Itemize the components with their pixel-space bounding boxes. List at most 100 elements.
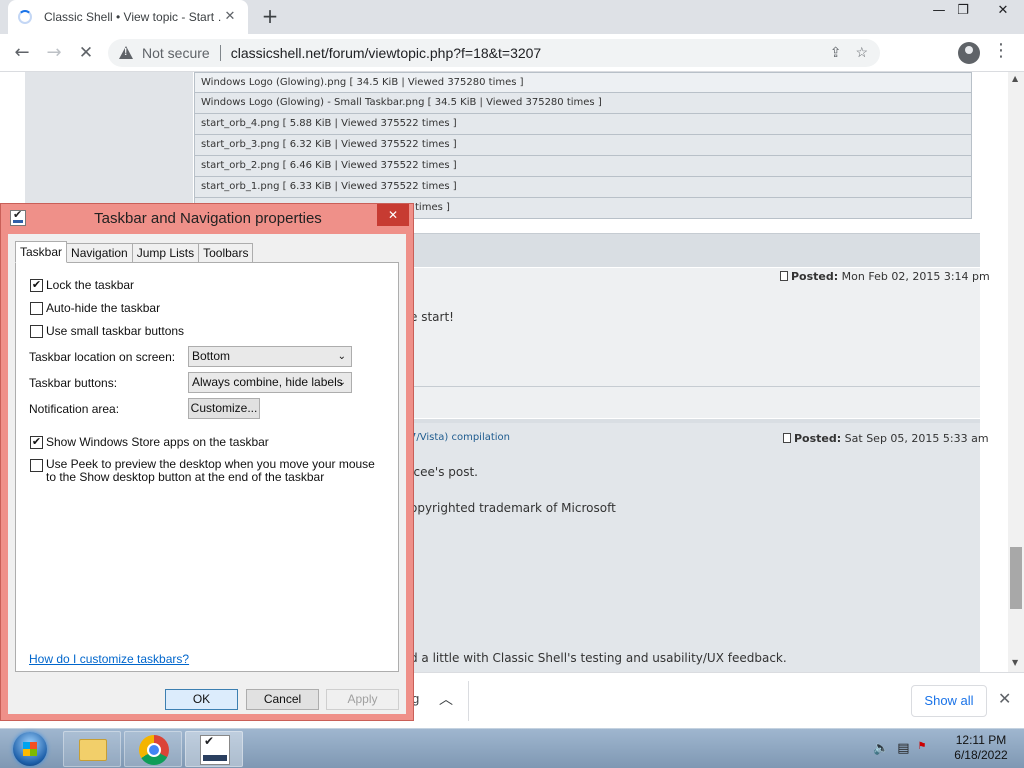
posted-label: Posted: bbox=[794, 432, 842, 445]
system-clock[interactable]: 12:11 PM 6/18/2022 bbox=[946, 733, 1016, 763]
lock-taskbar-option[interactable]: ✔ Lock the taskbar bbox=[30, 278, 134, 292]
start-button[interactable] bbox=[8, 731, 52, 767]
post-title-link[interactable]: 7/Vista) compilation bbox=[410, 432, 510, 443]
windows-taskbar: 🔈 ▤ ⚑ 12:11 PM 6/18/2022 bbox=[0, 728, 1024, 768]
tab-close-icon[interactable]: ✕ bbox=[222, 9, 238, 25]
notification-area-label: Notification area: bbox=[29, 402, 120, 416]
lock-taskbar-checkbox[interactable]: ✔ bbox=[30, 279, 43, 292]
scroll-up-icon[interactable]: ▲ bbox=[1012, 74, 1018, 83]
cancel-button[interactable]: Cancel bbox=[246, 689, 319, 710]
post-text: d a little with Classic Shell's testing … bbox=[410, 651, 787, 665]
taskbar-location-value: Bottom bbox=[192, 349, 231, 363]
dialog-close-button[interactable]: ✕ bbox=[377, 204, 409, 226]
small-buttons-label: Use small taskbar buttons bbox=[46, 324, 185, 338]
small-buttons-option[interactable]: Use small taskbar buttons bbox=[30, 324, 184, 338]
tab-toolbars[interactable]: Toolbars bbox=[198, 243, 254, 263]
ok-button[interactable]: OK bbox=[165, 689, 238, 710]
store-apps-label: Show Windows Store apps on the taskbar bbox=[46, 435, 269, 449]
post-doc-icon[interactable] bbox=[783, 433, 791, 443]
post-doc-icon[interactable] bbox=[780, 271, 788, 281]
scroll-down-icon[interactable]: ▼ bbox=[1012, 658, 1018, 667]
attachment-item[interactable]: start_orb_2.png [ 6.46 KiB | Viewed 3755… bbox=[194, 156, 972, 177]
new-tab-button[interactable]: + bbox=[258, 6, 282, 28]
back-button[interactable]: ← bbox=[9, 40, 35, 66]
attachments-list: Windows Logo (Glowing).png [ 34.5 KiB | … bbox=[194, 72, 972, 219]
customize-button[interactable]: Customize... bbox=[188, 398, 260, 419]
autohide-taskbar-checkbox[interactable] bbox=[30, 302, 43, 315]
attachment-item[interactable]: start_orb_4.png [ 5.88 KiB | Viewed 3755… bbox=[194, 114, 972, 135]
attachment-item[interactable]: Windows Logo (Glowing) - Small Taskbar.p… bbox=[194, 93, 972, 114]
system-tray: 🔈 ▤ ⚑ bbox=[873, 741, 926, 756]
attachment-item[interactable]: Windows Logo (Glowing).png [ 34.5 KiB | … bbox=[194, 72, 972, 93]
folder-icon bbox=[79, 739, 107, 761]
posted-date: Sat Sep 05, 2015 5:33 am bbox=[844, 432, 989, 445]
post-header: Posted: Mon Feb 02, 2015 3:14 pm bbox=[780, 270, 990, 283]
taskbar-buttons-select[interactable]: Always combine, hide labels ⌄ bbox=[188, 372, 352, 393]
loading-spinner-icon bbox=[18, 10, 32, 24]
volume-muted-icon[interactable]: 🔈 bbox=[873, 741, 889, 756]
chevron-down-icon: ⌄ bbox=[337, 351, 346, 362]
browser-tabstrip: Classic Shell • View topic - Start … ✕ +… bbox=[0, 0, 1024, 34]
taskbar-chrome[interactable] bbox=[124, 731, 182, 767]
taskbar-location-select[interactable]: Bottom ⌄ bbox=[188, 346, 352, 367]
store-apps-option[interactable]: ✔ Show Windows Store apps on the taskbar bbox=[30, 435, 269, 449]
dialog-title: Taskbar and Navigation properties bbox=[94, 210, 322, 227]
download-separator bbox=[468, 681, 469, 721]
small-buttons-checkbox[interactable] bbox=[30, 325, 43, 338]
browser-menu-icon[interactable]: ⋮ bbox=[992, 40, 1010, 61]
bookmark-star-icon[interactable]: ☆ bbox=[855, 44, 868, 61]
taskbar-tab-panel: ✔ Lock the taskbar Auto-hide the taskbar… bbox=[15, 262, 399, 672]
posted-date: Mon Feb 02, 2015 3:14 pm bbox=[841, 270, 990, 283]
posted-label: Posted: bbox=[791, 270, 839, 283]
window-close-button[interactable]: ✕ bbox=[982, 0, 1024, 22]
autohide-taskbar-label: Auto-hide the taskbar bbox=[46, 301, 161, 315]
apply-button[interactable]: Apply bbox=[326, 689, 399, 710]
autohide-taskbar-option[interactable]: Auto-hide the taskbar bbox=[30, 301, 160, 315]
properties-icon bbox=[200, 734, 230, 765]
browser-tab[interactable]: Classic Shell • View topic - Start … ✕ bbox=[8, 0, 248, 34]
peek-label: Use Peek to preview the desktop when you… bbox=[46, 457, 375, 484]
stop-loading-button[interactable]: ✕ bbox=[73, 40, 99, 66]
tab-taskbar[interactable]: Taskbar bbox=[15, 241, 68, 263]
chevron-up-icon[interactable]: ︿ bbox=[439, 689, 453, 709]
maximize-button[interactable]: ❐ bbox=[946, 0, 980, 22]
show-all-button[interactable]: Show all bbox=[911, 685, 987, 717]
tab-navigation[interactable]: Navigation bbox=[66, 243, 133, 263]
network-icon[interactable]: ▤ bbox=[897, 741, 909, 756]
store-apps-checkbox[interactable]: ✔ bbox=[30, 436, 43, 449]
address-bar[interactable]: Not secure classicshell.net/forum/viewto… bbox=[108, 39, 880, 67]
clock-date: 6/18/2022 bbox=[954, 748, 1008, 762]
close-download-bar-icon[interactable]: ✕ bbox=[998, 689, 1011, 708]
action-center-icon[interactable]: ⚑ bbox=[917, 741, 926, 756]
profile-avatar-icon[interactable] bbox=[958, 42, 980, 64]
help-link[interactable]: How do I customize taskbars? bbox=[29, 652, 189, 666]
post-text: e start! bbox=[410, 310, 454, 324]
taskbar-location-label: Taskbar location on screen: bbox=[29, 350, 176, 364]
dialog-body: Taskbar Navigation Jump Lists Toolbars ✔… bbox=[8, 234, 406, 714]
taskbar-buttons-label: Taskbar buttons: bbox=[29, 376, 118, 390]
post-text: Jcee's post. bbox=[410, 465, 478, 479]
page-scrollbar[interactable]: ▲ ▼ bbox=[1008, 72, 1024, 672]
url-text[interactable]: classicshell.net/forum/viewtopic.php?f=1… bbox=[231, 45, 542, 61]
taskbar-buttons-value: Always combine, hide labels bbox=[192, 375, 343, 389]
chrome-icon bbox=[139, 735, 169, 765]
warning-icon[interactable] bbox=[118, 45, 134, 61]
taskbar-properties-dialog: Taskbar and Navigation properties ✕ Task… bbox=[0, 203, 414, 721]
peek-option[interactable]: Use Peek to preview the desktop when you… bbox=[30, 458, 382, 484]
tab-title: Classic Shell • View topic - Start … bbox=[44, 10, 222, 24]
attachment-item[interactable]: start_orb_3.png [ 6.32 KiB | Viewed 3755… bbox=[194, 135, 972, 156]
clock-time: 12:11 PM bbox=[955, 733, 1007, 747]
lock-taskbar-label: Lock the taskbar bbox=[46, 278, 135, 292]
share-icon[interactable]: ⇪ bbox=[830, 44, 842, 61]
taskbar-properties-window[interactable] bbox=[185, 731, 243, 767]
scroll-thumb[interactable] bbox=[1010, 547, 1022, 609]
peek-checkbox[interactable] bbox=[30, 459, 43, 472]
post-text: opyrighted trademark of Microsoft bbox=[410, 501, 616, 515]
tab-jump-lists[interactable]: Jump Lists bbox=[131, 243, 200, 263]
windows-logo-icon bbox=[13, 732, 47, 766]
forward-button[interactable]: → bbox=[41, 40, 67, 66]
taskbar-file-explorer[interactable] bbox=[63, 731, 121, 767]
post-header: Posted: Sat Sep 05, 2015 5:33 am bbox=[783, 432, 989, 445]
not-secure-label[interactable]: Not secure bbox=[142, 45, 210, 61]
attachment-item[interactable]: start_orb_1.png [ 6.33 KiB | Viewed 3755… bbox=[194, 177, 972, 198]
